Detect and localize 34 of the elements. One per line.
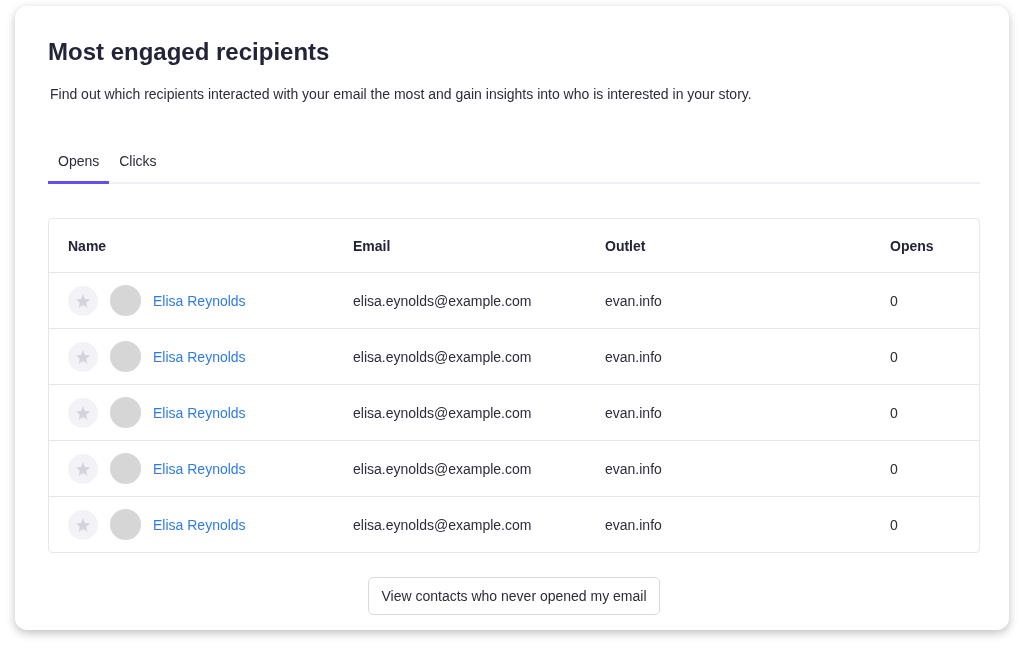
contact-name-link[interactable]: Elisa Reynolds bbox=[153, 516, 246, 533]
avatar bbox=[110, 285, 141, 316]
table-cell-text: evan.info bbox=[604, 292, 663, 309]
table-cell-text: elisa.eynolds@example.com bbox=[352, 460, 533, 477]
column-header: Name bbox=[67, 237, 108, 254]
avatar bbox=[110, 509, 141, 540]
table-cell-text: 0 bbox=[889, 516, 899, 533]
table-cell-text: evan.info bbox=[604, 404, 663, 421]
contact-name-link[interactable]: Elisa Reynolds bbox=[153, 404, 246, 421]
tab[interactable]: Opens bbox=[48, 147, 110, 184]
table-cell-text: 0 bbox=[889, 404, 899, 421]
table-cell-text: evan.info bbox=[604, 516, 663, 533]
contact-name-link[interactable]: Elisa Reynolds bbox=[153, 292, 246, 309]
table-cell-text: 0 bbox=[889, 460, 899, 477]
avatar bbox=[110, 453, 141, 484]
column-header: Opens bbox=[889, 237, 935, 254]
table-cell-text: elisa.eynolds@example.com bbox=[352, 348, 533, 365]
contact-name-link[interactable]: Elisa Reynolds bbox=[153, 460, 246, 477]
contact-name-link[interactable]: Elisa Reynolds bbox=[153, 348, 246, 365]
table-cell-text: evan.info bbox=[604, 460, 663, 477]
table-cell-text: elisa.eynolds@example.com bbox=[352, 404, 533, 421]
page-title: Most engaged recipients bbox=[48, 38, 331, 66]
view-contacts-button[interactable]: View contacts who never opened my email bbox=[368, 577, 660, 615]
table-cell-text: 0 bbox=[889, 292, 899, 309]
column-header: Outlet bbox=[604, 237, 647, 254]
tab[interactable]: Clicks bbox=[109, 147, 167, 184]
column-header: Email bbox=[352, 237, 392, 254]
description: Find out which recipients interacted with your email the most and gain insights into who is interested in your story. bbox=[50, 86, 753, 102]
table-cell-text: elisa.eynolds@example.com bbox=[352, 516, 533, 533]
table-cell-text: elisa.eynolds@example.com bbox=[352, 292, 533, 309]
avatar bbox=[110, 341, 141, 372]
table-cell-text: 0 bbox=[889, 348, 899, 365]
table-cell-text: evan.info bbox=[604, 348, 663, 365]
avatar bbox=[110, 397, 141, 428]
